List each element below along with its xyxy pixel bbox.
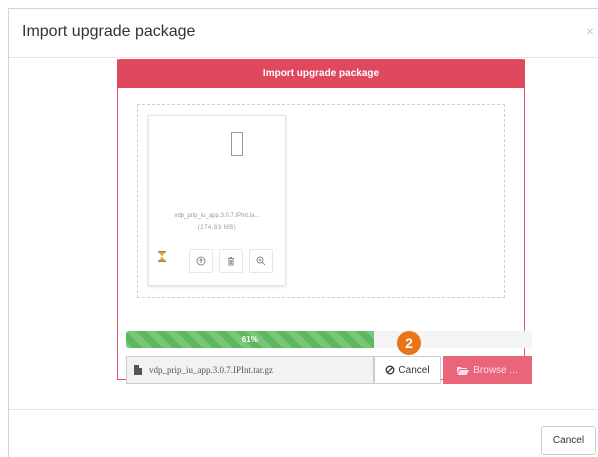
remove-file-button[interactable] — [219, 249, 243, 273]
file-preview-card: vdp_prip_iu_app.3.0.7.IPInt.ta... (274.8… — [148, 115, 286, 286]
hourglass-icon — [158, 251, 166, 262]
file-input-group: vdp_prip_iu_app.3.0.7.IPInt.tar.gz Cance… — [126, 356, 532, 384]
file-icon — [231, 132, 243, 156]
file-icon — [134, 365, 142, 375]
file-actions — [189, 249, 273, 275]
trash-icon — [228, 257, 234, 266]
browse-button[interactable]: Browse ... — [443, 356, 532, 384]
dialog-cancel-button[interactable]: Cancel — [541, 426, 596, 455]
panel-title: Import upgrade package — [117, 59, 525, 88]
close-icon[interactable]: × — [586, 24, 594, 38]
folder-open-icon — [457, 366, 470, 375]
file-name: vdp_prip_iu_app.3.0.7.IPInt.ta... — [174, 213, 260, 219]
selected-file-field[interactable]: vdp_prip_iu_app.3.0.7.IPInt.tar.gz — [126, 356, 374, 384]
ban-icon — [385, 365, 395, 375]
upload-progress-bar: 61% — [126, 331, 532, 348]
dialog-title: Import upgrade package — [22, 23, 196, 40]
cancel-upload-label: Cancel — [398, 364, 430, 376]
progress-fill: 61% — [126, 331, 374, 348]
zoom-file-button[interactable] — [249, 249, 273, 273]
selected-file-name: vdp_prip_iu_app.3.0.7.IPInt.tar.gz — [149, 365, 273, 375]
step-badge: 2 — [397, 331, 421, 355]
file-drop-zone[interactable]: vdp_prip_iu_app.3.0.7.IPInt.ta... (274.8… — [137, 104, 505, 298]
upload-file-button[interactable] — [189, 249, 213, 273]
zoom-icon — [256, 256, 266, 266]
dialog-footer-divider — [9, 409, 598, 410]
upload-icon — [196, 256, 206, 266]
cancel-upload-button[interactable]: Cancel — [374, 356, 441, 384]
dialog-header: Import upgrade package × — [9, 9, 598, 58]
file-size: (274.83 MB) — [197, 225, 237, 231]
browse-label: Browse ... — [473, 364, 518, 376]
